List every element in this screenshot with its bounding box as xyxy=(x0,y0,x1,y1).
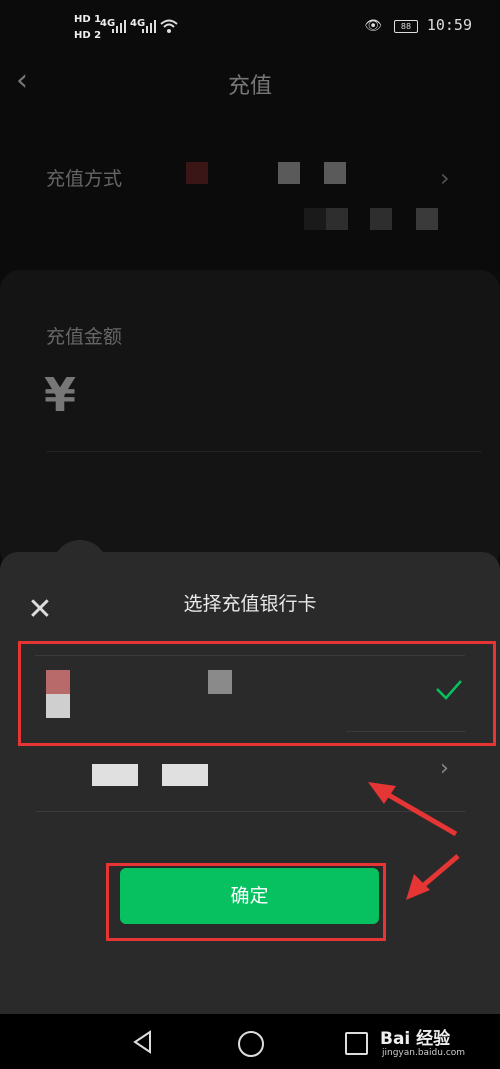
blurred-bank-logo xyxy=(46,670,70,694)
blurred-text xyxy=(416,208,438,230)
divider xyxy=(46,451,482,452)
sheet-title: 选择充值银行卡 xyxy=(183,593,317,615)
watermark-logo: Bai 经验 xyxy=(380,1029,451,1049)
blurred-text xyxy=(326,208,348,230)
annotation-arrow xyxy=(406,854,460,900)
wifi-icon xyxy=(160,19,178,33)
chevron-right-icon[interactable]: › xyxy=(440,164,450,192)
divider xyxy=(346,731,466,732)
watermark-url: jingyan.baidu.com xyxy=(382,1048,466,1058)
clock: 10:59 xyxy=(426,16,472,34)
page-title: 充值 xyxy=(227,74,272,99)
checkmark-icon xyxy=(436,680,462,700)
blurred-option-text[interactable] xyxy=(162,764,208,786)
battery-icon: 88 xyxy=(394,20,418,33)
nav-back-icon[interactable] xyxy=(132,1030,154,1054)
eye-comfort-icon: 👁 xyxy=(364,18,382,34)
signal-icon xyxy=(112,20,126,33)
confirm-button[interactable]: 确定 xyxy=(120,868,379,924)
blurred-bank-logo xyxy=(46,694,70,718)
hd1-indicator: HD 1 xyxy=(74,14,102,25)
recharge-method-label: 充值方式 xyxy=(46,168,123,190)
recharge-amount-label: 充值金额 xyxy=(46,326,123,348)
status-bar: HD 1 HD 2 4G 4G 👁 88 10:59 xyxy=(0,0,500,52)
blurred-text xyxy=(324,162,346,184)
blurred-text xyxy=(304,208,326,230)
blurred-bank-logo xyxy=(186,162,208,184)
blurred-text xyxy=(278,162,300,184)
currency-symbol: ¥ xyxy=(44,368,77,422)
divider xyxy=(35,655,465,656)
annotation-arrow xyxy=(368,782,458,837)
signal-icon-2 xyxy=(142,20,156,33)
blurred-text xyxy=(370,208,392,230)
hd2-indicator: HD 2 xyxy=(74,30,102,41)
blurred-card-name xyxy=(208,670,232,694)
blurred-option-text[interactable] xyxy=(92,764,138,786)
nav-recent-apps-icon[interactable] xyxy=(345,1032,368,1055)
nav-home-icon[interactable] xyxy=(238,1031,264,1057)
